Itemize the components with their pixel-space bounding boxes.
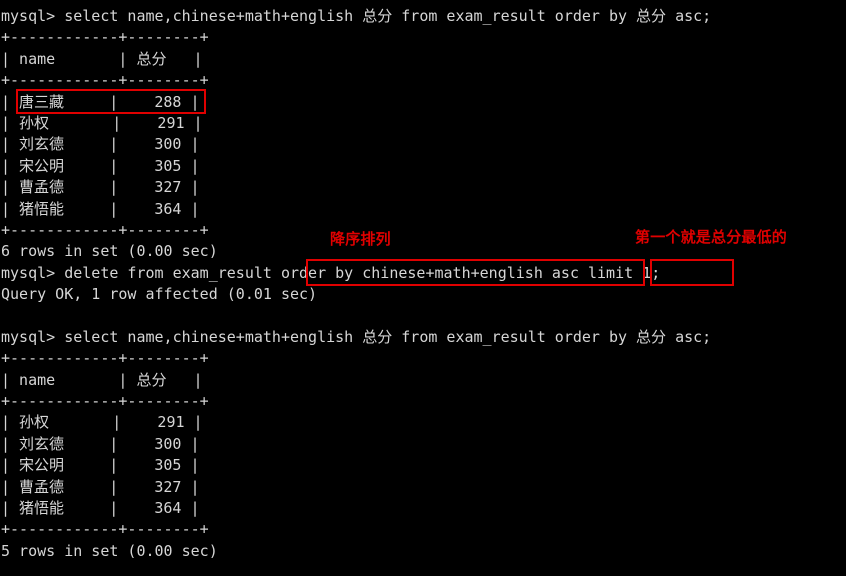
table-row: | 刘玄德 | 300 | xyxy=(1,135,200,154)
table-row: | 刘玄德 | 300 | xyxy=(1,434,200,453)
table-row: | 宋公明 | 305 | xyxy=(1,456,200,475)
terminal-line-query-select-1: mysql> select name,chinese+math+english … xyxy=(1,7,712,25)
table-row: | 曹孟德 | 327 | xyxy=(1,477,200,496)
table-row: | 猪悟能 | 364 | xyxy=(1,498,200,517)
terminal-line-table-bottom-border-2: +------------+--------+ xyxy=(1,520,209,539)
terminal-line-table-top-border-2: +------------+--------+ xyxy=(1,349,209,368)
terminal-line-query-select-2: mysql> select name,chinese+math+english … xyxy=(1,327,712,346)
terminal-line-table-header-1: | name | 总分 | xyxy=(1,49,203,68)
table-row: | 猪悟能 | 364 | xyxy=(1,199,200,218)
terminal-line-delete-result: Query OK, 1 row affected (0.01 sec) xyxy=(1,285,318,304)
terminal-window[interactable]: mysql> select name,chinese+math+english … xyxy=(0,0,846,576)
table-row: | 唐三藏 | 288 | xyxy=(1,92,200,111)
terminal-line-table-top-border-1: +------------+--------+ xyxy=(1,28,209,47)
table-row: | 曹孟德 | 327 | xyxy=(1,178,200,197)
terminal-line-query-delete: mysql> delete from exam_result order by … xyxy=(1,263,661,282)
annotation-order-desc: 降序排列 xyxy=(330,230,391,248)
table-row: | 孙权 | 291 | xyxy=(1,113,203,132)
table-row: | 宋公明 | 305 | xyxy=(1,156,200,175)
annotation-lowest-total: 第一个就是总分最低的 xyxy=(635,228,788,246)
table-row: | 孙权 | 291 | xyxy=(1,413,203,432)
terminal-line-table-header-2: | name | 总分 | xyxy=(1,370,203,389)
terminal-line-table-header-sep-2: +------------+--------+ xyxy=(1,392,209,411)
terminal-line-rowcount-2: 5 rows in set (0.00 sec) xyxy=(1,541,218,560)
terminal-line-table-header-sep-1: +------------+--------+ xyxy=(1,71,209,90)
